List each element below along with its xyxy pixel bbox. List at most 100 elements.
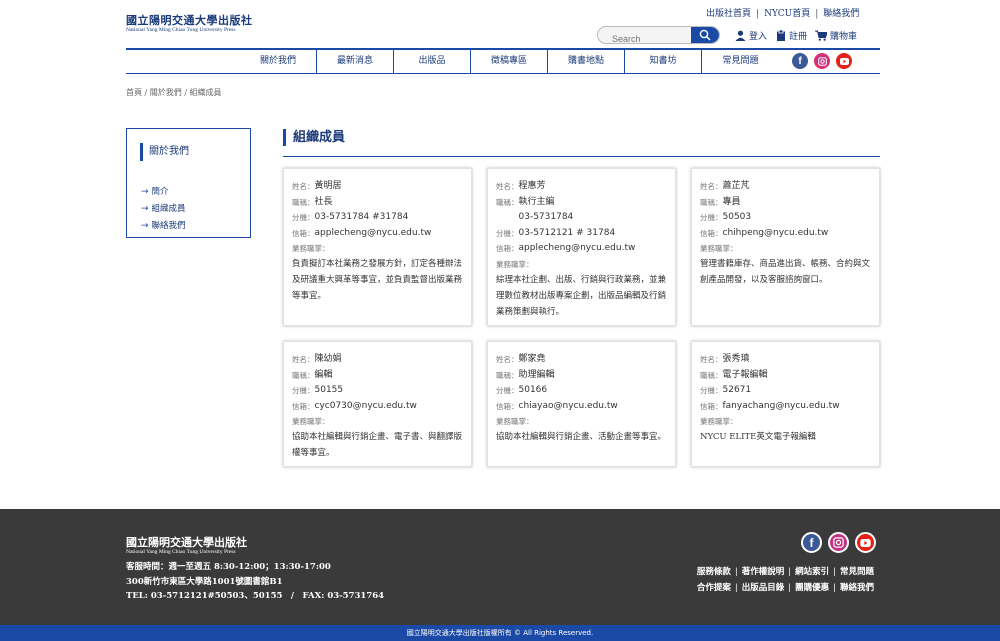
instagram-icon[interactable] — [828, 532, 849, 553]
member-card: 姓名： 黃明居 職稱： 社長 分機： 03-5731784 #31784 信箱： app… — [283, 168, 472, 326]
footer-link-copyright[interactable]: 著作權說明 — [742, 567, 785, 577]
ext-label: 分機： — [496, 228, 519, 238]
ext-label: 分機： — [292, 213, 315, 222]
page-title: 組織成員 — [283, 129, 345, 146]
member-card: 姓名： 陳幼娟 職稱： 編輯 分機： 50155 信箱： cyc0730@nycu.ed… — [283, 341, 472, 467]
nav-publications[interactable]: 出版品 — [394, 50, 471, 73]
nav-submissions[interactable]: 徵稿專區 — [471, 50, 548, 73]
member-ext: 52671 — [722, 385, 752, 395]
member-duty: NYCU ELITE英文電子報編輯 — [700, 432, 816, 442]
member-name: 張秀瑱 — [722, 354, 750, 364]
breadcrumb[interactable]: 首頁 / 關於我們 / 組織成員 — [126, 87, 222, 98]
duty-label: 業務職掌： — [700, 244, 738, 253]
instagram-icon[interactable] — [814, 53, 830, 69]
header-social: f — [792, 53, 852, 69]
member-title: 社長 — [314, 196, 333, 207]
arrow-right-icon: → — [141, 204, 149, 214]
register-link[interactable]: 註冊 — [776, 29, 807, 42]
email-label: 信箱： — [292, 401, 315, 411]
ext-label: 分機： — [292, 386, 315, 395]
member-email[interactable]: applecheng@nycu.edu.tw — [519, 241, 636, 257]
member-ext: 50155 — [314, 385, 344, 395]
youtube-icon[interactable] — [836, 53, 852, 69]
sidebar-title: 關於我們 — [140, 143, 189, 161]
name-label: 姓名： — [292, 355, 315, 364]
nav-book-house[interactable]: 知書坊 — [625, 50, 702, 73]
facebook-icon[interactable]: f — [792, 53, 808, 69]
title-label: 職稱： — [292, 197, 315, 207]
member-email[interactable]: fanyachang@nycu.edu.tw — [723, 399, 840, 415]
top-link-press-home[interactable]: 出版社首頁 — [706, 6, 751, 19]
arrow-right-icon: → — [141, 187, 149, 197]
name-label: 姓名： — [496, 182, 519, 191]
member-duty: 負責擬訂本社業務之發展方針，訂定各種辦法及研議重大興革等事宜，並負責監督出版業務… — [292, 259, 463, 301]
member-card: 姓名： 張秀瑱 職稱： 電子報編輯 分機： 52671 信箱： fanyachang@n… — [691, 341, 880, 467]
footer-logo[interactable]: 國立陽明交通大學出版社 National Yang Ming Chiao Tun… — [126, 537, 247, 556]
nav-faq[interactable]: 常見問題 — [702, 50, 779, 73]
top-link-contact[interactable]: 聯絡我們 — [823, 6, 859, 19]
member-duty: 協助本社編輯與行銷企畫、電子書、與翻譯版權等事宜。 — [292, 432, 463, 458]
main-nav: 關於我們 最新消息 出版品 徵稿專區 購書地點 知書坊 常見問題 — [240, 50, 779, 73]
facebook-icon[interactable]: f — [801, 532, 822, 553]
duty-label: 業務職掌： — [292, 244, 330, 253]
login-label: 登入 — [749, 32, 768, 42]
search-input[interactable] — [598, 31, 693, 43]
member-title: 編輯 — [314, 369, 333, 380]
footer-link-faq[interactable]: 常見問題 — [840, 567, 874, 577]
member-email[interactable]: applecheng@nycu.edu.tw — [315, 226, 432, 242]
footer-link-proposal[interactable]: 合作提案 — [697, 583, 731, 593]
sidebar-item-label: 簡介 — [151, 187, 169, 197]
member-title: 專員 — [722, 196, 741, 207]
separator: | — [756, 9, 760, 19]
ext-label: 分機： — [700, 213, 723, 222]
search-button[interactable] — [691, 27, 719, 43]
clipboard-icon — [777, 30, 785, 41]
member-email[interactable]: chihpeng@nycu.edu.tw — [723, 226, 829, 242]
name-label: 姓名： — [700, 182, 723, 191]
duty-label: 業務職掌： — [292, 417, 330, 426]
footer-link-terms[interactable]: 服務條款 — [697, 567, 731, 577]
member-card: 姓名：程惠芳 職稱：執行主編 職稱：03-5731784 分機：03-57121… — [487, 168, 676, 326]
member-name: 鄭家堯 — [518, 354, 546, 364]
title-divider — [283, 156, 880, 157]
sidebar: 關於我們 → 簡介 → 組織成員 → 聯絡我們 — [126, 128, 251, 238]
member-email[interactable]: cyc0730@nycu.edu.tw — [315, 399, 417, 415]
footer-social: f — [801, 532, 876, 553]
nav-where-to-buy[interactable]: 購書地點 — [548, 50, 625, 73]
title-label: 職稱： — [700, 197, 723, 207]
member-title: 助理編輯 — [518, 369, 555, 380]
member-card: 姓名： 蕭芷芃 職稱： 專員 分機： 50503 信箱： chihpeng@nycu.e… — [691, 168, 880, 326]
separator: | — [788, 567, 792, 577]
member-email[interactable]: chiayao@nycu.edu.tw — [519, 399, 618, 415]
member-title: 電子報編輯 — [722, 369, 768, 380]
sidebar-item-intro[interactable]: → 簡介 — [141, 184, 186, 201]
footer-link-contact[interactable]: 聯絡我們 — [840, 583, 874, 593]
search-icon — [699, 29, 711, 41]
member-ext: 50503 — [722, 212, 752, 222]
footer: 國立陽明交通大學出版社 National Yang Ming Chiao Tun… — [0, 509, 1000, 625]
email-label: 信箱： — [496, 244, 519, 253]
site-logo[interactable]: 國立陽明交通大學出版社 National Yang Ming Chiao Tun… — [126, 15, 253, 34]
member-ext: 03-5731784 #31784 — [314, 212, 409, 222]
copyright-bar: 國立陽明交通大學出版社版權所有 © All Rights Reserved. — [0, 625, 1000, 641]
top-link-nycu-home[interactable]: NYCU首頁 — [764, 6, 810, 19]
footer-address: 300新竹市東區大學路1001號圖書館B1 — [126, 576, 283, 587]
separator: | — [833, 567, 836, 577]
sidebar-item-contact[interactable]: → 聯絡我們 — [141, 218, 186, 235]
nav-news[interactable]: 最新消息 — [317, 50, 394, 73]
separator: | — [833, 583, 836, 593]
footer-link-group-buy[interactable]: 團購優惠 — [795, 583, 829, 593]
member-name: 蕭芷芃 — [722, 181, 750, 191]
arrow-right-icon: → — [141, 221, 149, 231]
logo-zh: 國立陽明交通大學出版社 — [126, 14, 253, 27]
member-duty: 管理書籍庫存、商品進出貨、帳務、合約與文創產品開發，以及客服諮詢窗口。 — [700, 259, 871, 285]
footer-link-catalog[interactable]: 出版品目錄 — [742, 583, 785, 593]
title-label: 職稱： — [496, 197, 519, 207]
cart-link[interactable]: 購物車 — [815, 29, 857, 42]
youtube-icon[interactable] — [855, 532, 876, 553]
sidebar-item-members[interactable]: → 組織成員 — [141, 201, 186, 218]
footer-link-sitemap[interactable]: 網站索引 — [795, 567, 829, 577]
login-link[interactable]: 登入 — [735, 29, 767, 42]
nav-about[interactable]: 關於我們 — [240, 50, 317, 73]
name-label: 姓名： — [700, 355, 723, 364]
